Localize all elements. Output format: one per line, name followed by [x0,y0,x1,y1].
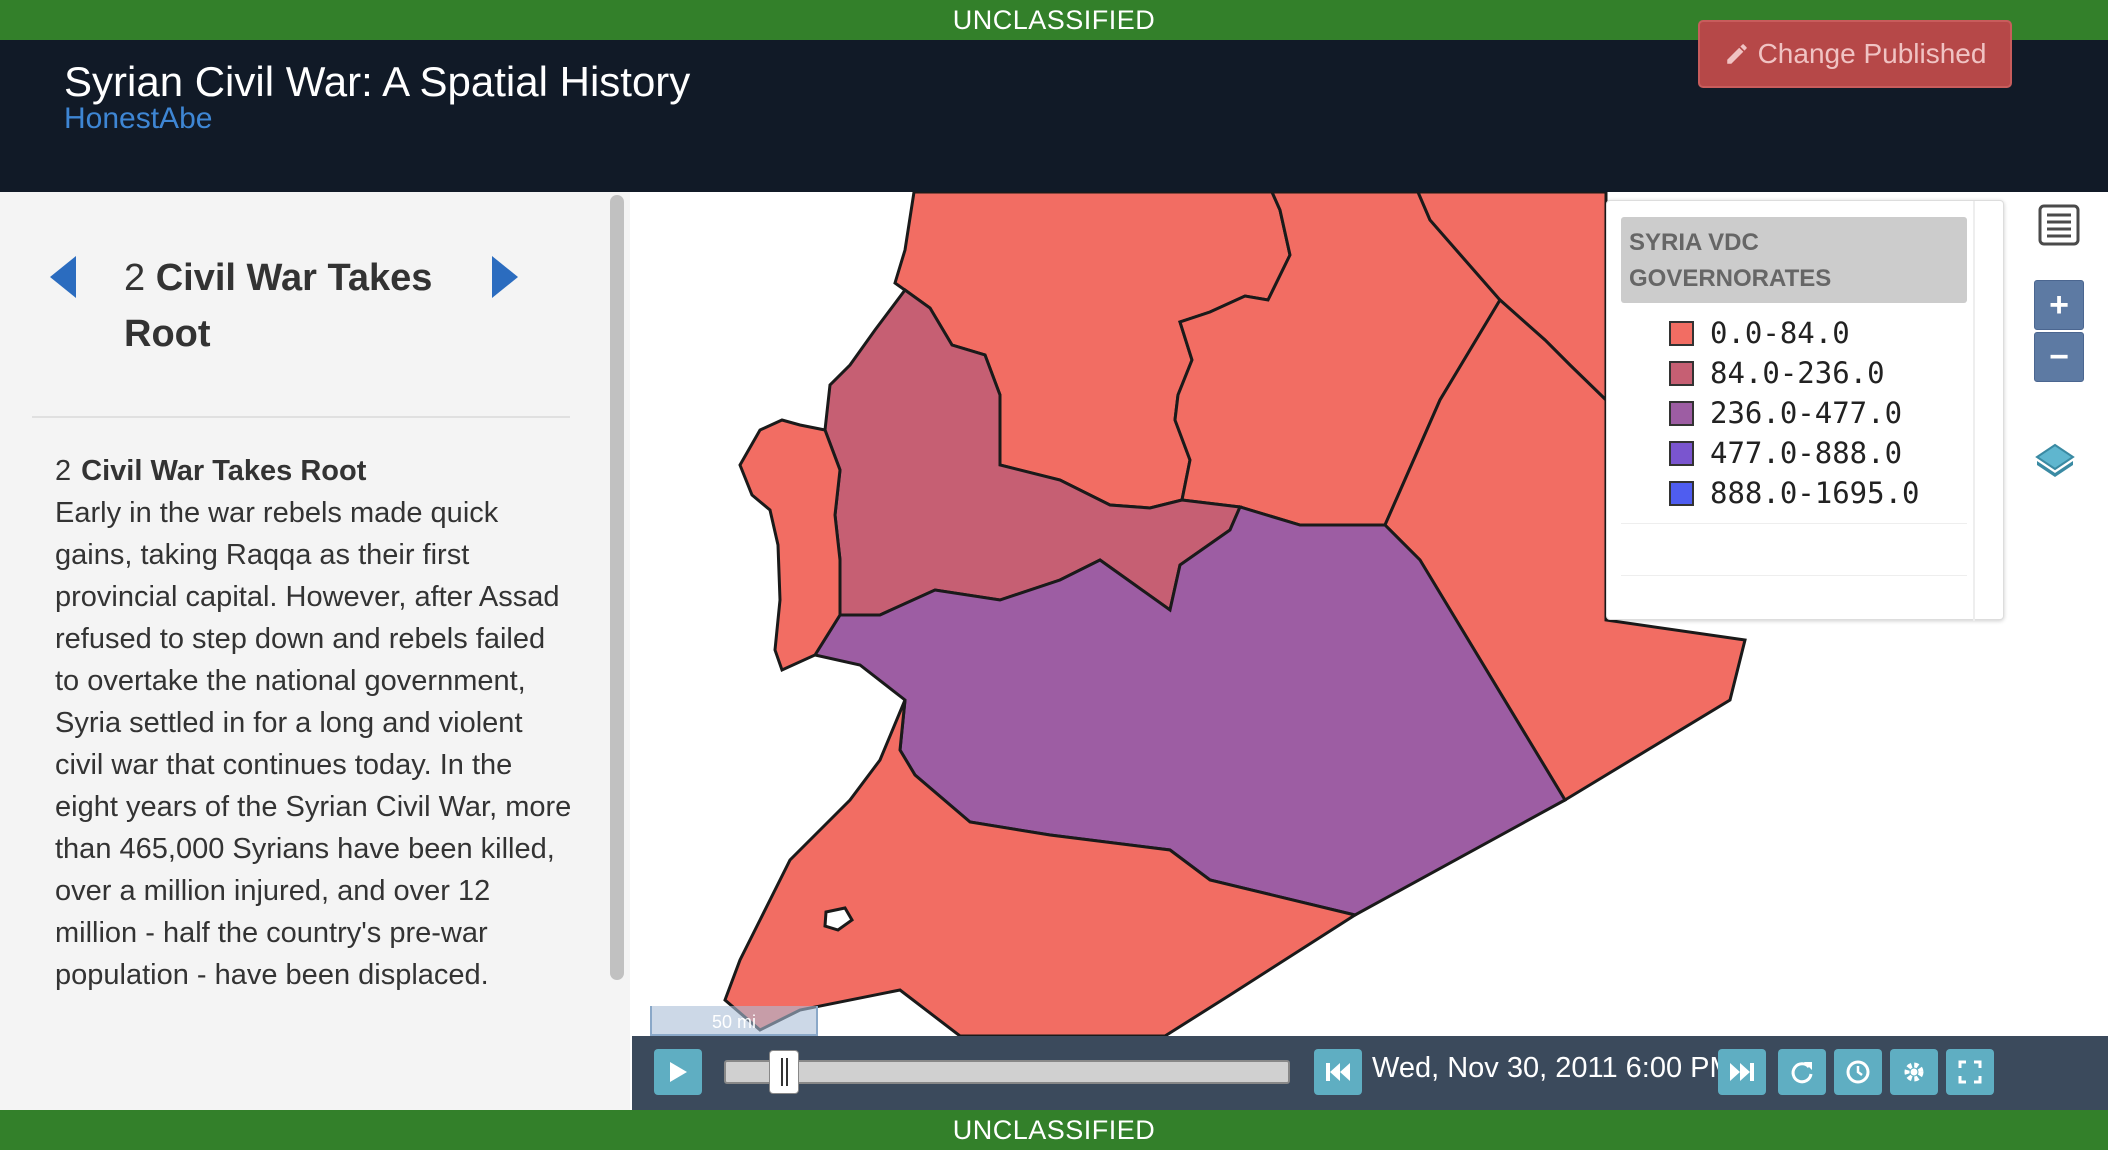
legend-swatch [1669,440,1694,466]
chapter-title-text: Civil War Takes Root [124,257,433,355]
story-sidebar: 2 Civil War Takes Root 2 Civil War Takes … [0,192,630,1110]
legend-swatch [1669,480,1694,506]
legend-label: 888.0-1695.0 [1710,476,1920,510]
author-link[interactable]: HonestAbe [64,102,212,136]
classification-banner-bottom: UNCLASSIFIED [0,1110,2108,1150]
legend-separator [1621,523,1967,524]
layers-icon [2035,443,2075,477]
pencil-icon [1726,44,1747,64]
play-button[interactable] [654,1049,702,1095]
legend-item: 84.0-236.0 [1669,353,1920,393]
content-heading-number: 2 [55,455,72,487]
step-forward-button[interactable] [1718,1049,1766,1095]
plus-icon: + [2049,285,2069,324]
minus-icon: − [2049,337,2069,376]
content-heading-text: Civil War Takes Root [81,455,367,487]
legend-label: 236.0-477.0 [1710,396,1903,430]
chevron-left-icon [50,256,76,298]
chapter-nav: 2 Civil War Takes Root [0,232,600,382]
page-title: Syrian Civil War: A Spatial History [64,58,691,105]
skip-back-icon [1326,1063,1350,1081]
legend-label: 84.0-236.0 [1710,356,1885,390]
legend-item: 477.0-888.0 [1669,433,1920,473]
clock-icon [1846,1060,1870,1084]
legend-panel: SYRIA VDC GOVERNORATES 0.0-84.0 84.0-236.… [1606,200,2004,621]
repeat-button[interactable] [1778,1049,1826,1095]
legend-swatch [1669,400,1694,426]
list-icon [2038,204,2080,246]
map-scale-bar: 50 mi [650,1006,818,1036]
zoom-in-button[interactable]: + [2034,280,2084,330]
legend-swatch [1669,320,1694,346]
legend-separator-bottom [1621,575,1967,576]
time-settings-button[interactable] [1834,1049,1882,1095]
refresh-icon [1791,1062,1813,1084]
content-heading: 2 Civil War Takes Root [55,450,575,492]
play-icon [670,1062,687,1082]
timeline-slider-handle[interactable] [769,1050,800,1094]
legend-item: 236.0-477.0 [1669,393,1920,433]
legend-swatch [1669,360,1694,386]
legend-items: 0.0-84.0 84.0-236.0 236.0-477.0 477.0-888.0… [1669,313,1920,513]
settings-button[interactable] [1890,1049,1938,1095]
chapter-number: 2 [124,257,146,299]
table-of-contents-button[interactable] [2034,200,2084,250]
timeline-bar: Wed, Nov 30, 2011 6:00 PM [632,1036,2108,1110]
change-published-button[interactable]: Change Published [1698,20,2012,88]
fullscreen-icon [1958,1060,1982,1084]
legend-label: 477.0-888.0 [1710,436,1903,470]
chevron-right-icon [492,256,518,298]
sidebar-scrollbar-thumb[interactable] [610,195,624,980]
layers-button[interactable] [2030,434,2080,484]
current-datetime: Wed, Nov 30, 2011 6:00 PM [1372,1052,1734,1084]
legend-title: SYRIA VDC GOVERNORATES [1621,217,1967,303]
header: Syrian Civil War: A Spatial History Hone… [0,20,2108,192]
timeline-slider-track[interactable] [724,1060,1290,1084]
legend-scrollbar[interactable] [1973,201,1975,621]
legend-label: 0.0-84.0 [1710,316,1850,350]
skip-forward-icon [1730,1063,1754,1081]
change-published-label: Change Published [1757,38,1987,69]
chapter-title: 2 Civil War Takes Root [124,250,464,362]
next-chapter-button[interactable] [488,254,522,305]
gear-icon [1904,1062,1924,1082]
content-body: Early in the war rebels made quick gains… [55,497,572,991]
zoom-out-button[interactable]: − [2034,332,2084,382]
step-back-button[interactable] [1314,1049,1362,1095]
sidebar-divider [32,416,570,418]
region-coast[interactable] [738,418,842,673]
chapter-content: 2 Civil War Takes Root Early in the war r… [55,450,575,996]
fullscreen-button[interactable] [1946,1049,1994,1095]
previous-chapter-button[interactable] [46,254,80,305]
legend-item: 0.0-84.0 [1669,313,1920,353]
legend-item: 888.0-1695.0 [1669,473,1920,513]
